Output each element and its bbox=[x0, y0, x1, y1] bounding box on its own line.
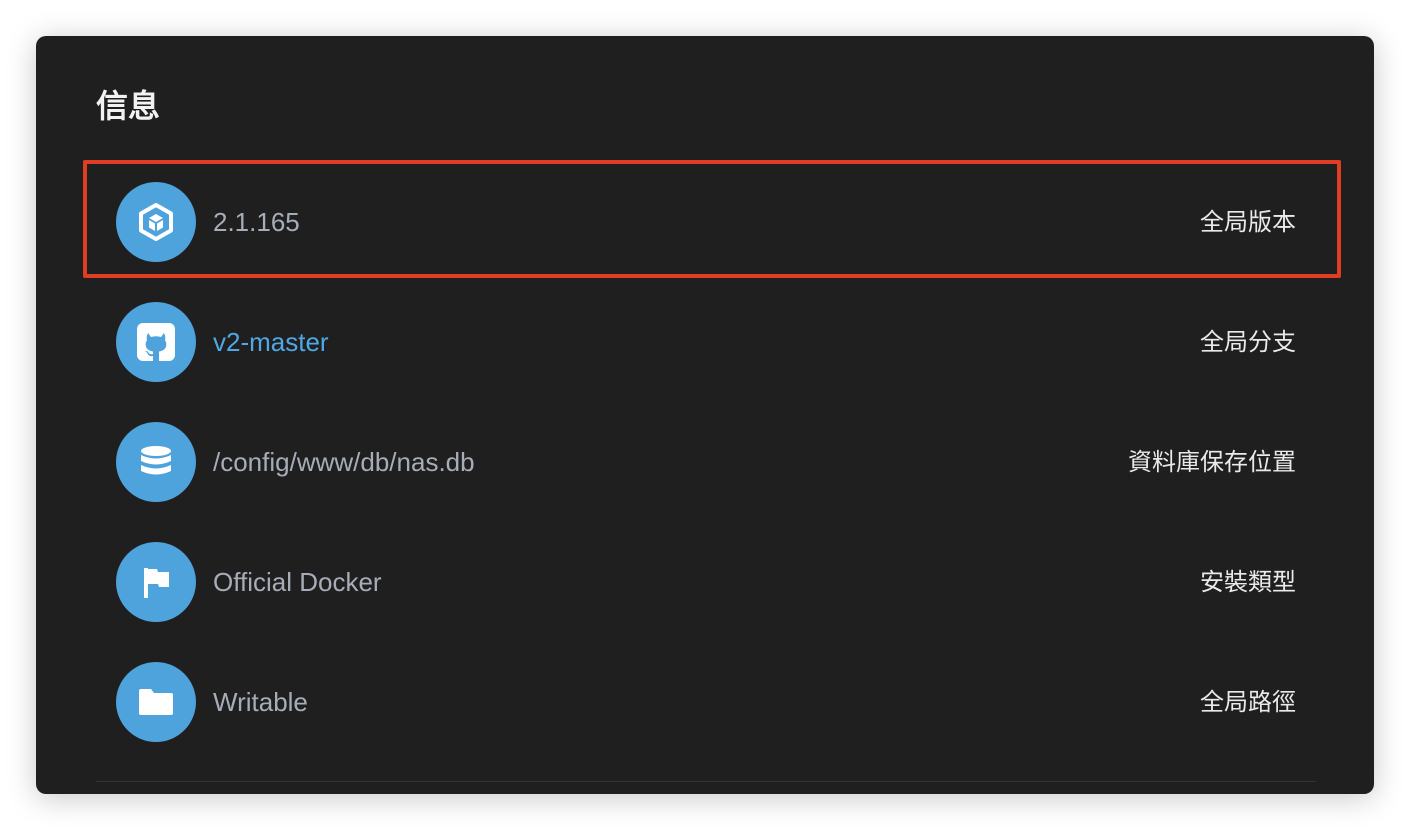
info-row-path: Writable 全局路徑 bbox=[36, 642, 1374, 762]
flag-icon bbox=[116, 542, 196, 622]
version-label: 全局版本 bbox=[1200, 208, 1296, 236]
page-background: 信息 2.1.165 全局版本 v2-master 全局分支 /config/w… bbox=[0, 0, 1410, 830]
info-row-database: /config/www/db/nas.db 資料庫保存位置 bbox=[36, 402, 1374, 522]
install-type-value: Official Docker bbox=[213, 567, 382, 597]
database-path-label: 資料庫保存位置 bbox=[1128, 448, 1296, 476]
cube-icon bbox=[116, 182, 196, 262]
path-status-label: 全局路徑 bbox=[1200, 688, 1296, 716]
info-row-version: 2.1.165 全局版本 bbox=[36, 162, 1374, 282]
info-row-branch: v2-master 全局分支 bbox=[36, 282, 1374, 402]
info-row-install-type: Official Docker 安裝類型 bbox=[36, 522, 1374, 642]
install-type-label: 安裝類型 bbox=[1200, 568, 1296, 596]
bottom-divider bbox=[96, 781, 1316, 782]
database-path-value: /config/www/db/nas.db bbox=[213, 447, 475, 477]
database-icon bbox=[116, 422, 196, 502]
info-panel: 信息 2.1.165 全局版本 v2-master 全局分支 /config/w… bbox=[36, 36, 1374, 794]
branch-link[interactable]: v2-master bbox=[213, 322, 329, 362]
info-list: 2.1.165 全局版本 v2-master 全局分支 /config/www/… bbox=[36, 162, 1374, 762]
github-icon bbox=[116, 302, 196, 382]
version-value: 2.1.165 bbox=[213, 207, 300, 237]
path-status-value: Writable bbox=[213, 687, 308, 717]
panel-title: 信息 bbox=[96, 87, 161, 125]
folder-icon bbox=[116, 662, 196, 742]
branch-label: 全局分支 bbox=[1200, 328, 1296, 356]
